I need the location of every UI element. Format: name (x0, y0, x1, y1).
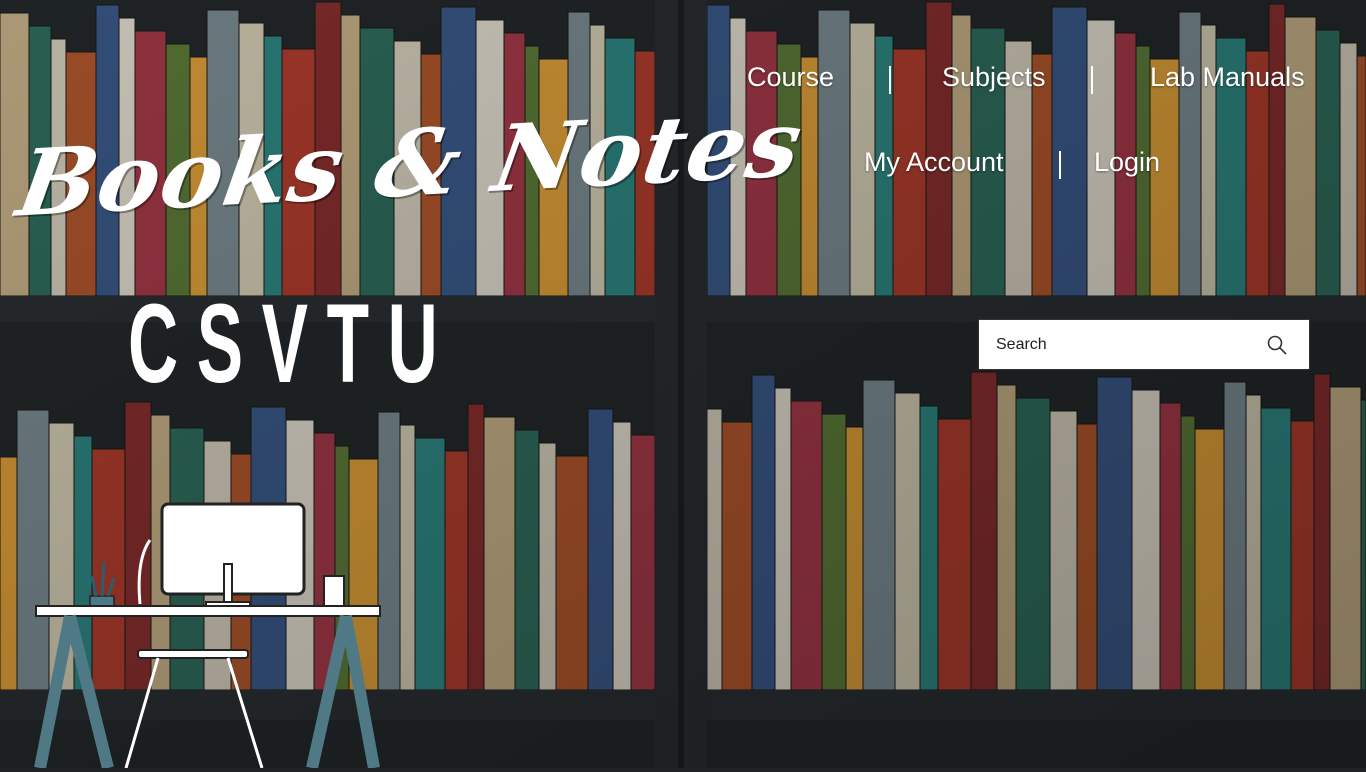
site-logo-subtitle: CSVTU (128, 281, 457, 406)
nav-login-link[interactable]: Login (1094, 147, 1160, 178)
desk-illustration (30, 500, 390, 770)
search-input[interactable] (996, 320, 1246, 369)
nav-separator (1091, 66, 1093, 94)
nav-subjects-link[interactable]: Subjects (942, 62, 1046, 93)
nav-my-account-link[interactable]: My Account (864, 147, 1004, 178)
nav-separator (889, 66, 891, 94)
nav-lab-manuals-link[interactable]: Lab Manuals (1150, 62, 1305, 93)
search-box (978, 319, 1310, 370)
search-icon[interactable] (1265, 333, 1289, 357)
nav-course-link[interactable]: Course (747, 62, 834, 93)
nav-separator (1059, 151, 1061, 179)
